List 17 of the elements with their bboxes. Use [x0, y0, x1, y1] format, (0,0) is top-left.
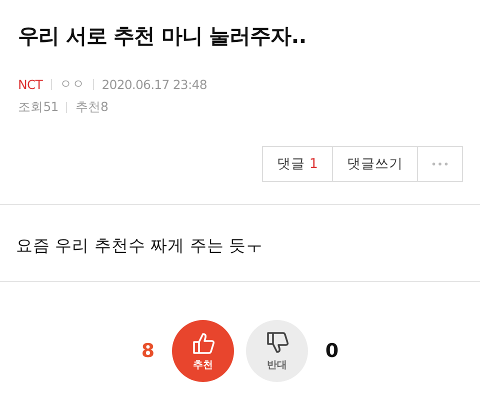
board-name[interactable]: NCT	[18, 77, 43, 92]
thumbs-down-icon	[264, 330, 290, 356]
downvote-button[interactable]: 반대	[246, 320, 308, 382]
comments-button[interactable]: 댓글 1	[262, 146, 333, 182]
write-comment-button[interactable]: 댓글쓰기	[332, 146, 418, 182]
post-datetime: 2020.06.17 23:48	[102, 77, 207, 92]
upvote-count: 8	[140, 340, 156, 362]
post-body: 요즘 우리 추천수 짜게 주는 듯ㅜ	[15, 235, 264, 257]
thumbs-up-icon	[190, 330, 216, 356]
downvote-count: 0	[324, 340, 340, 362]
upvote-button[interactable]: 추천	[172, 320, 234, 382]
more-icon	[432, 162, 448, 166]
recommend-count: 추천8	[75, 99, 108, 116]
view-count: 조회51	[18, 99, 58, 116]
more-button[interactable]	[417, 146, 463, 182]
author-name: ㅇㅇ	[60, 76, 85, 93]
post-title: 우리 서로 추천 마니 눌러주자..	[17, 23, 308, 50]
